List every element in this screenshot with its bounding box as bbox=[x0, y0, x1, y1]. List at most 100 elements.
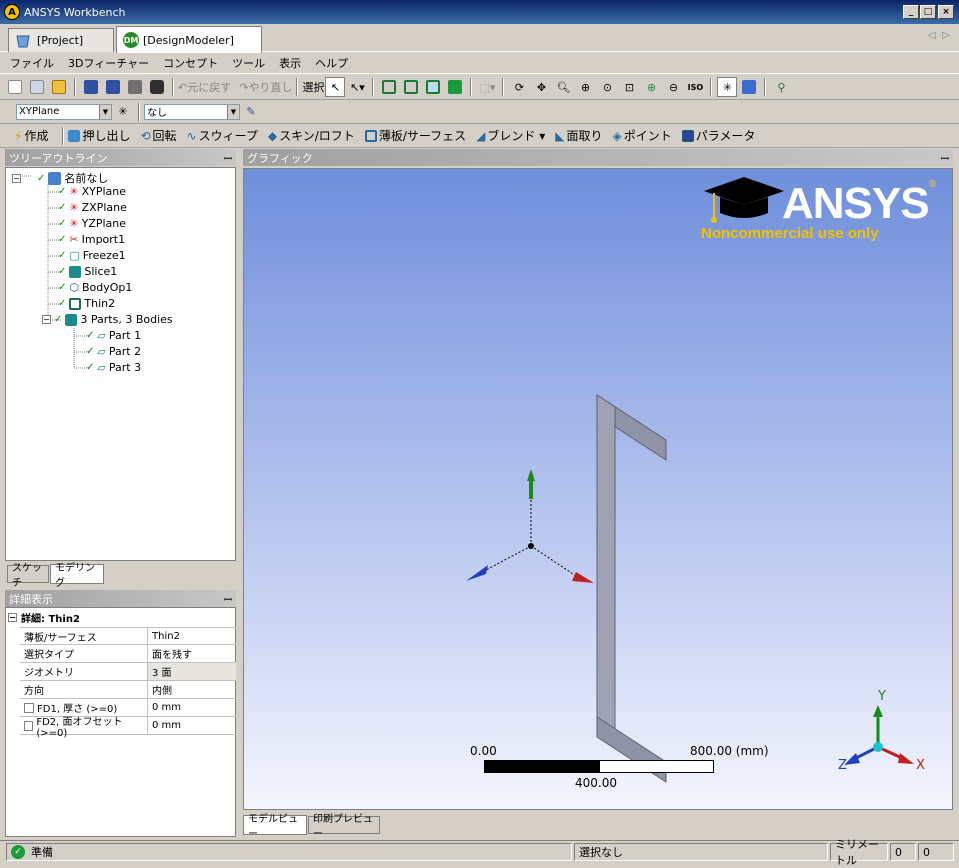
plane-toolbar: XYPlane ▼ ✳ なし ▼ ✎ bbox=[0, 100, 959, 124]
zoom-box-icon[interactable]: ⊕ bbox=[575, 77, 595, 97]
collapse-icon[interactable]: − bbox=[8, 613, 17, 622]
point-button[interactable]: ◈ ポイント bbox=[612, 127, 671, 144]
parameter-checkbox[interactable] bbox=[24, 720, 34, 731]
iso-view-icon[interactable]: ISO bbox=[685, 77, 705, 97]
revolve-button[interactable]: ⟲ 回転 bbox=[140, 127, 176, 144]
tree-item-freeze1[interactable]: ✓ ▢ Freeze1 bbox=[58, 249, 126, 262]
select-mode-icon[interactable]: ↖ bbox=[325, 77, 346, 97]
zoom-window-icon[interactable]: ⊡ bbox=[619, 77, 639, 97]
new-icon[interactable] bbox=[5, 77, 25, 97]
zoom-fit-icon[interactable]: ⊙ bbox=[597, 77, 617, 97]
screenshot-icon[interactable] bbox=[147, 77, 167, 97]
select-point-icon[interactable] bbox=[379, 77, 399, 97]
collapse-icon[interactable]: − bbox=[12, 173, 21, 183]
tree-item-part3[interactable]: ✓ ▱ Part 3 bbox=[86, 361, 141, 374]
sweep-button[interactable]: ∿ スウィープ bbox=[187, 127, 258, 144]
surface-body-icon: ▱ bbox=[97, 329, 106, 342]
extend-selection-icon[interactable]: ⬚▾ bbox=[477, 77, 497, 97]
tree-item-bodyop1[interactable]: ✓ ⬡ BodyOp1 bbox=[58, 281, 132, 294]
tree-item-xyplane[interactable]: ✓ ✳ XYPlane bbox=[58, 185, 126, 198]
export-icon[interactable] bbox=[125, 77, 145, 97]
menu-concept[interactable]: コンセプト bbox=[161, 53, 220, 73]
tree-item-part1[interactable]: ✓ ▱ Part 1 bbox=[86, 329, 141, 342]
import-icon[interactable] bbox=[27, 77, 47, 97]
zoom-in-icon[interactable]: ⊕ bbox=[641, 77, 661, 97]
save-icon[interactable] bbox=[81, 77, 101, 97]
rotate-icon[interactable]: ⟳ bbox=[509, 77, 529, 97]
parameters-button[interactable]: パラメータ bbox=[681, 127, 755, 144]
menu-3d-features[interactable]: 3Dフィーチャー bbox=[66, 53, 151, 73]
plane-select[interactable]: XYPlane ▼ bbox=[16, 103, 112, 120]
extrude-button[interactable]: 押し出し bbox=[68, 127, 130, 144]
details-row[interactable]: ジオメトリ 3 面 bbox=[20, 663, 236, 681]
pin-icon[interactable]: ꟷ bbox=[941, 151, 949, 165]
tab-modeling[interactable]: モデリング bbox=[50, 563, 104, 589]
zoom-out-icon[interactable]: ⊖ bbox=[663, 77, 683, 97]
tree-item-root[interactable]: − ✓ 名前なし bbox=[12, 170, 108, 186]
display-model-icon[interactable]: ⚲ bbox=[771, 77, 791, 97]
details-row[interactable]: 方向 内側 bbox=[20, 681, 236, 699]
tab-scroll-left-icon[interactable]: ◁ bbox=[928, 30, 936, 41]
pan-icon[interactable]: ✥ bbox=[531, 77, 551, 97]
parameter-checkbox[interactable] bbox=[24, 702, 34, 713]
select-face-icon[interactable] bbox=[423, 77, 443, 97]
menu-help[interactable]: ヘルプ bbox=[313, 53, 350, 73]
menu-file[interactable]: ファイル bbox=[8, 53, 56, 73]
title-bar: A ANSYS Workbench _ □ × bbox=[0, 0, 959, 24]
pin-icon[interactable]: ꟷ bbox=[224, 151, 232, 165]
origin-x-arrow bbox=[572, 572, 594, 583]
select-edge-icon[interactable] bbox=[401, 77, 421, 97]
ready-check-icon: ✓ bbox=[11, 845, 25, 859]
check-icon: ✓ bbox=[58, 202, 67, 213]
details-row[interactable]: FD2, 面オフセット (>=0) 0 mm bbox=[20, 717, 236, 739]
status-ready: ✓ 準備 bbox=[6, 843, 572, 861]
zoom-icon[interactable]: 🔍︎ bbox=[553, 77, 573, 97]
open-folder-icon[interactable] bbox=[49, 77, 69, 97]
tree-item-slice1[interactable]: ✓ Slice1 bbox=[58, 265, 117, 278]
tab-project[interactable]: [Project] bbox=[8, 28, 114, 52]
tree-item-part2[interactable]: ✓ ▱ Part 2 bbox=[86, 345, 141, 358]
tree-item-thin2[interactable]: ✓ Thin2 bbox=[58, 297, 115, 310]
tab-print-preview[interactable]: 印刷プレビュー bbox=[308, 814, 380, 840]
blend-button[interactable]: ◢ ブレンド ▾ bbox=[476, 127, 545, 144]
plane-icon: ✳ bbox=[69, 201, 79, 214]
redo-button[interactable]: ↷やり直し bbox=[239, 79, 292, 95]
parts-icon bbox=[65, 313, 78, 326]
menu-view[interactable]: 表示 bbox=[277, 53, 303, 73]
tree-item-label: XYPlane bbox=[81, 185, 127, 198]
chamfer-button[interactable]: ◣ 面取り bbox=[555, 127, 602, 144]
maximize-button[interactable]: □ bbox=[920, 5, 936, 19]
close-button[interactable]: × bbox=[938, 5, 954, 19]
tab-designmodeler[interactable]: DM [DesignModeler] bbox=[116, 26, 262, 53]
select-body-icon[interactable] bbox=[445, 77, 465, 97]
details-row[interactable]: 薄板/サーフェス Thin2 bbox=[20, 627, 236, 645]
tree-item-zxplane[interactable]: ✓ ✳ ZXPlane bbox=[58, 201, 127, 214]
details-title-row: − 詳細: Thin2 bbox=[8, 610, 80, 625]
select-type-icon[interactable]: ↖▾ bbox=[347, 77, 367, 97]
tree-item-import1[interactable]: ✓ ✂ Import1 bbox=[58, 233, 125, 246]
tab-sketch[interactable]: スケッチ bbox=[7, 563, 49, 589]
origin-z-arrow bbox=[466, 565, 488, 581]
thin-surface-button[interactable]: 薄板/サーフェス bbox=[364, 127, 466, 144]
tree-item-parts[interactable]: − ✓ 3 Parts, 3 Bodies bbox=[42, 313, 173, 326]
sketch-select[interactable]: なし ▼ bbox=[144, 103, 240, 120]
display-body-icon[interactable] bbox=[739, 77, 759, 97]
menu-tools[interactable]: ツール bbox=[230, 53, 267, 73]
generate-button[interactable]: ⚡ 作成 bbox=[14, 127, 48, 144]
graphics-viewport[interactable]: ANSYS® Noncommercial use only 0.00 800.0… bbox=[243, 168, 953, 810]
undo-button[interactable]: ↶元に戻す bbox=[178, 79, 231, 95]
project-icon bbox=[16, 35, 30, 47]
new-plane-icon[interactable]: ✳ bbox=[113, 102, 133, 122]
save-as-icon[interactable] bbox=[103, 77, 123, 97]
triad-toggle-icon[interactable]: ✳ bbox=[717, 77, 738, 97]
new-sketch-icon[interactable]: ✎ bbox=[241, 102, 261, 122]
tab-model-view[interactable]: モデルビュー bbox=[243, 814, 307, 840]
tree-item-yzplane[interactable]: ✓ ✳ YZPlane bbox=[58, 217, 126, 230]
tab-scroll-right-icon[interactable]: ▷ bbox=[942, 30, 950, 41]
collapse-icon[interactable]: − bbox=[42, 315, 51, 324]
skin-loft-button[interactable]: ◆ スキン/ロフト bbox=[268, 127, 355, 144]
minimize-button[interactable]: _ bbox=[903, 5, 919, 19]
pin-icon[interactable]: ꟷ bbox=[224, 592, 232, 606]
status-units[interactable]: ミリメートル bbox=[830, 838, 888, 867]
details-row[interactable]: 選択タイプ 面を残す bbox=[20, 645, 236, 663]
